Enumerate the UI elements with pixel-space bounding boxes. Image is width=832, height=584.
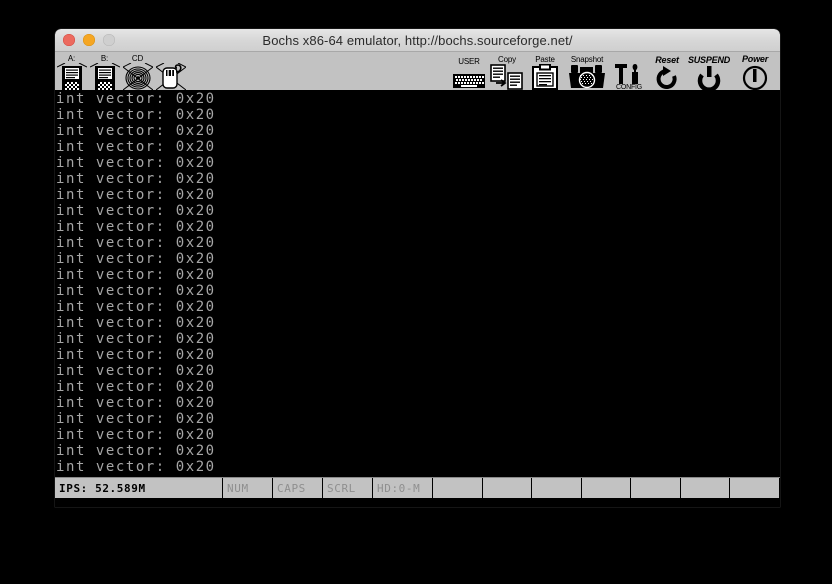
terminal-line: int vector: 0x20 — [56, 411, 216, 427]
terminal-line: int vector: 0x20 — [56, 187, 216, 203]
snapshot-label: Snapshot — [570, 55, 604, 64]
statusbar-empty-cell — [532, 478, 582, 498]
terminal-line: int vector: 0x20 — [56, 171, 216, 187]
terminal-line: int vector: 0x20 — [56, 299, 216, 315]
copy-button[interactable]: Copy — [488, 52, 526, 90]
floppy-icon — [89, 62, 120, 90]
zoom-button[interactable] — [103, 34, 115, 46]
mouse-icon — [155, 62, 186, 90]
config-button[interactable]: CONFIG — [610, 52, 648, 90]
num-lock-indicator: NUM — [223, 478, 273, 498]
paste-button[interactable]: Paste — [526, 52, 564, 90]
terminal-line: int vector: 0x20 — [56, 155, 216, 171]
suspend-label: SUSPEND — [687, 55, 731, 65]
config-label: CONFIG — [615, 84, 643, 91]
power-button[interactable]: Power — [732, 52, 778, 90]
terminal-line: int vector: 0x20 — [56, 91, 216, 107]
power-standby-icon — [696, 65, 722, 90]
cdrom-button[interactable]: CD — [121, 52, 154, 90]
statusbar-empty-cell — [483, 478, 533, 498]
terminal-line: int vector: 0x20 — [56, 251, 216, 267]
floppy-a-label: A: — [67, 54, 76, 63]
cdrom-icon — [122, 62, 153, 90]
floppy-a-button[interactable]: A: — [55, 52, 88, 90]
bochs-emulator-window: Bochs x86-64 emulator, http://bochs.sour… — [55, 29, 780, 507]
window-titlebar[interactable]: Bochs x86-64 emulator, http://bochs.sour… — [55, 29, 780, 52]
bochs-toolbar: A: B: CD USER Copy Paste Snapshot CONFIG… — [55, 52, 780, 91]
terminal-line: int vector: 0x20 — [56, 139, 216, 155]
copy-label: Copy — [498, 55, 516, 64]
caps-lock-indicator: CAPS — [273, 478, 323, 498]
paste-label: Paste — [535, 55, 555, 64]
reset-label: Reset — [655, 55, 679, 65]
terminal-line: int vector: 0x20 — [56, 347, 216, 363]
statusbar-empty-cell — [631, 478, 681, 498]
terminal-line: int vector: 0x20 — [56, 363, 216, 379]
terminal-line: int vector: 0x20 — [56, 235, 216, 251]
suspend-button[interactable]: SUSPEND — [686, 52, 732, 90]
statusbar-empty-cell — [582, 478, 632, 498]
emulator-screen[interactable]: int vector: 0x20 int vector: 0x20 int vect… — [55, 91, 780, 477]
desktop-background: Bochs x86-64 emulator, http://bochs.sour… — [0, 0, 832, 584]
window-title: Bochs x86-64 emulator, http://bochs.sour… — [262, 32, 573, 48]
keyboard-icon — [452, 66, 486, 90]
statusbar-empty-cell — [730, 478, 780, 498]
user-button[interactable]: USER — [450, 52, 488, 90]
bochs-statusbar: IPS: 52.589M NUM CAPS SCRL HD:0-M — [55, 477, 780, 498]
statusbar-empty-cell — [433, 478, 483, 498]
floppy-b-button[interactable]: B: — [88, 52, 121, 90]
reset-button[interactable]: Reset — [648, 52, 686, 90]
mouse-button[interactable] — [154, 52, 187, 90]
power-label: Power — [741, 54, 768, 64]
terminal-line: int vector: 0x20 — [56, 203, 216, 219]
floppy-icon — [56, 62, 87, 90]
terminal-line: int vector: 0x20 — [56, 123, 216, 139]
copy-icon — [490, 64, 524, 90]
cdrom-label: CD — [131, 54, 144, 63]
terminal-line: int vector: 0x20 — [56, 459, 216, 475]
terminal-line: int vector: 0x20 — [56, 267, 216, 283]
minimize-button[interactable] — [83, 34, 95, 46]
snapshot-button[interactable]: Snapshot — [564, 52, 610, 90]
terminal-line: int vector: 0x20 — [56, 315, 216, 331]
clipboard-icon — [530, 63, 560, 90]
hd-activity-indicator: HD:0-M — [373, 478, 433, 498]
terminal-line: int vector: 0x20 — [56, 283, 216, 299]
close-button[interactable] — [63, 34, 75, 46]
toolbar-action-group: USER Copy Paste Snapshot CONFIG Reset SU… — [450, 52, 778, 90]
terminal-line: int vector: 0x20 — [56, 395, 216, 411]
window-controls — [63, 29, 115, 51]
scroll-lock-indicator: SCRL — [323, 478, 373, 498]
terminal-line: int vector: 0x20 — [56, 443, 216, 459]
terminal-line: int vector: 0x20 — [56, 107, 216, 123]
statusbar-empty-cell — [681, 478, 731, 498]
terminal-output: int vector: 0x20 int vector: 0x20 int vect… — [55, 91, 780, 475]
statusbar-empty-cells — [433, 478, 780, 498]
user-label: USER — [458, 57, 480, 66]
terminal-line: int vector: 0x20 — [56, 219, 216, 235]
terminal-line: int vector: 0x20 — [56, 331, 216, 347]
camera-icon — [567, 64, 607, 90]
terminal-line: int vector: 0x20 — [56, 427, 216, 443]
power-circle-icon — [741, 64, 769, 90]
ips-counter: IPS: 52.589M — [55, 478, 223, 498]
floppy-b-label: B: — [100, 54, 109, 63]
reset-arrow-icon — [654, 65, 680, 90]
toolbar-media-group: A: B: CD — [55, 52, 187, 90]
terminal-line: int vector: 0x20 — [56, 379, 216, 395]
